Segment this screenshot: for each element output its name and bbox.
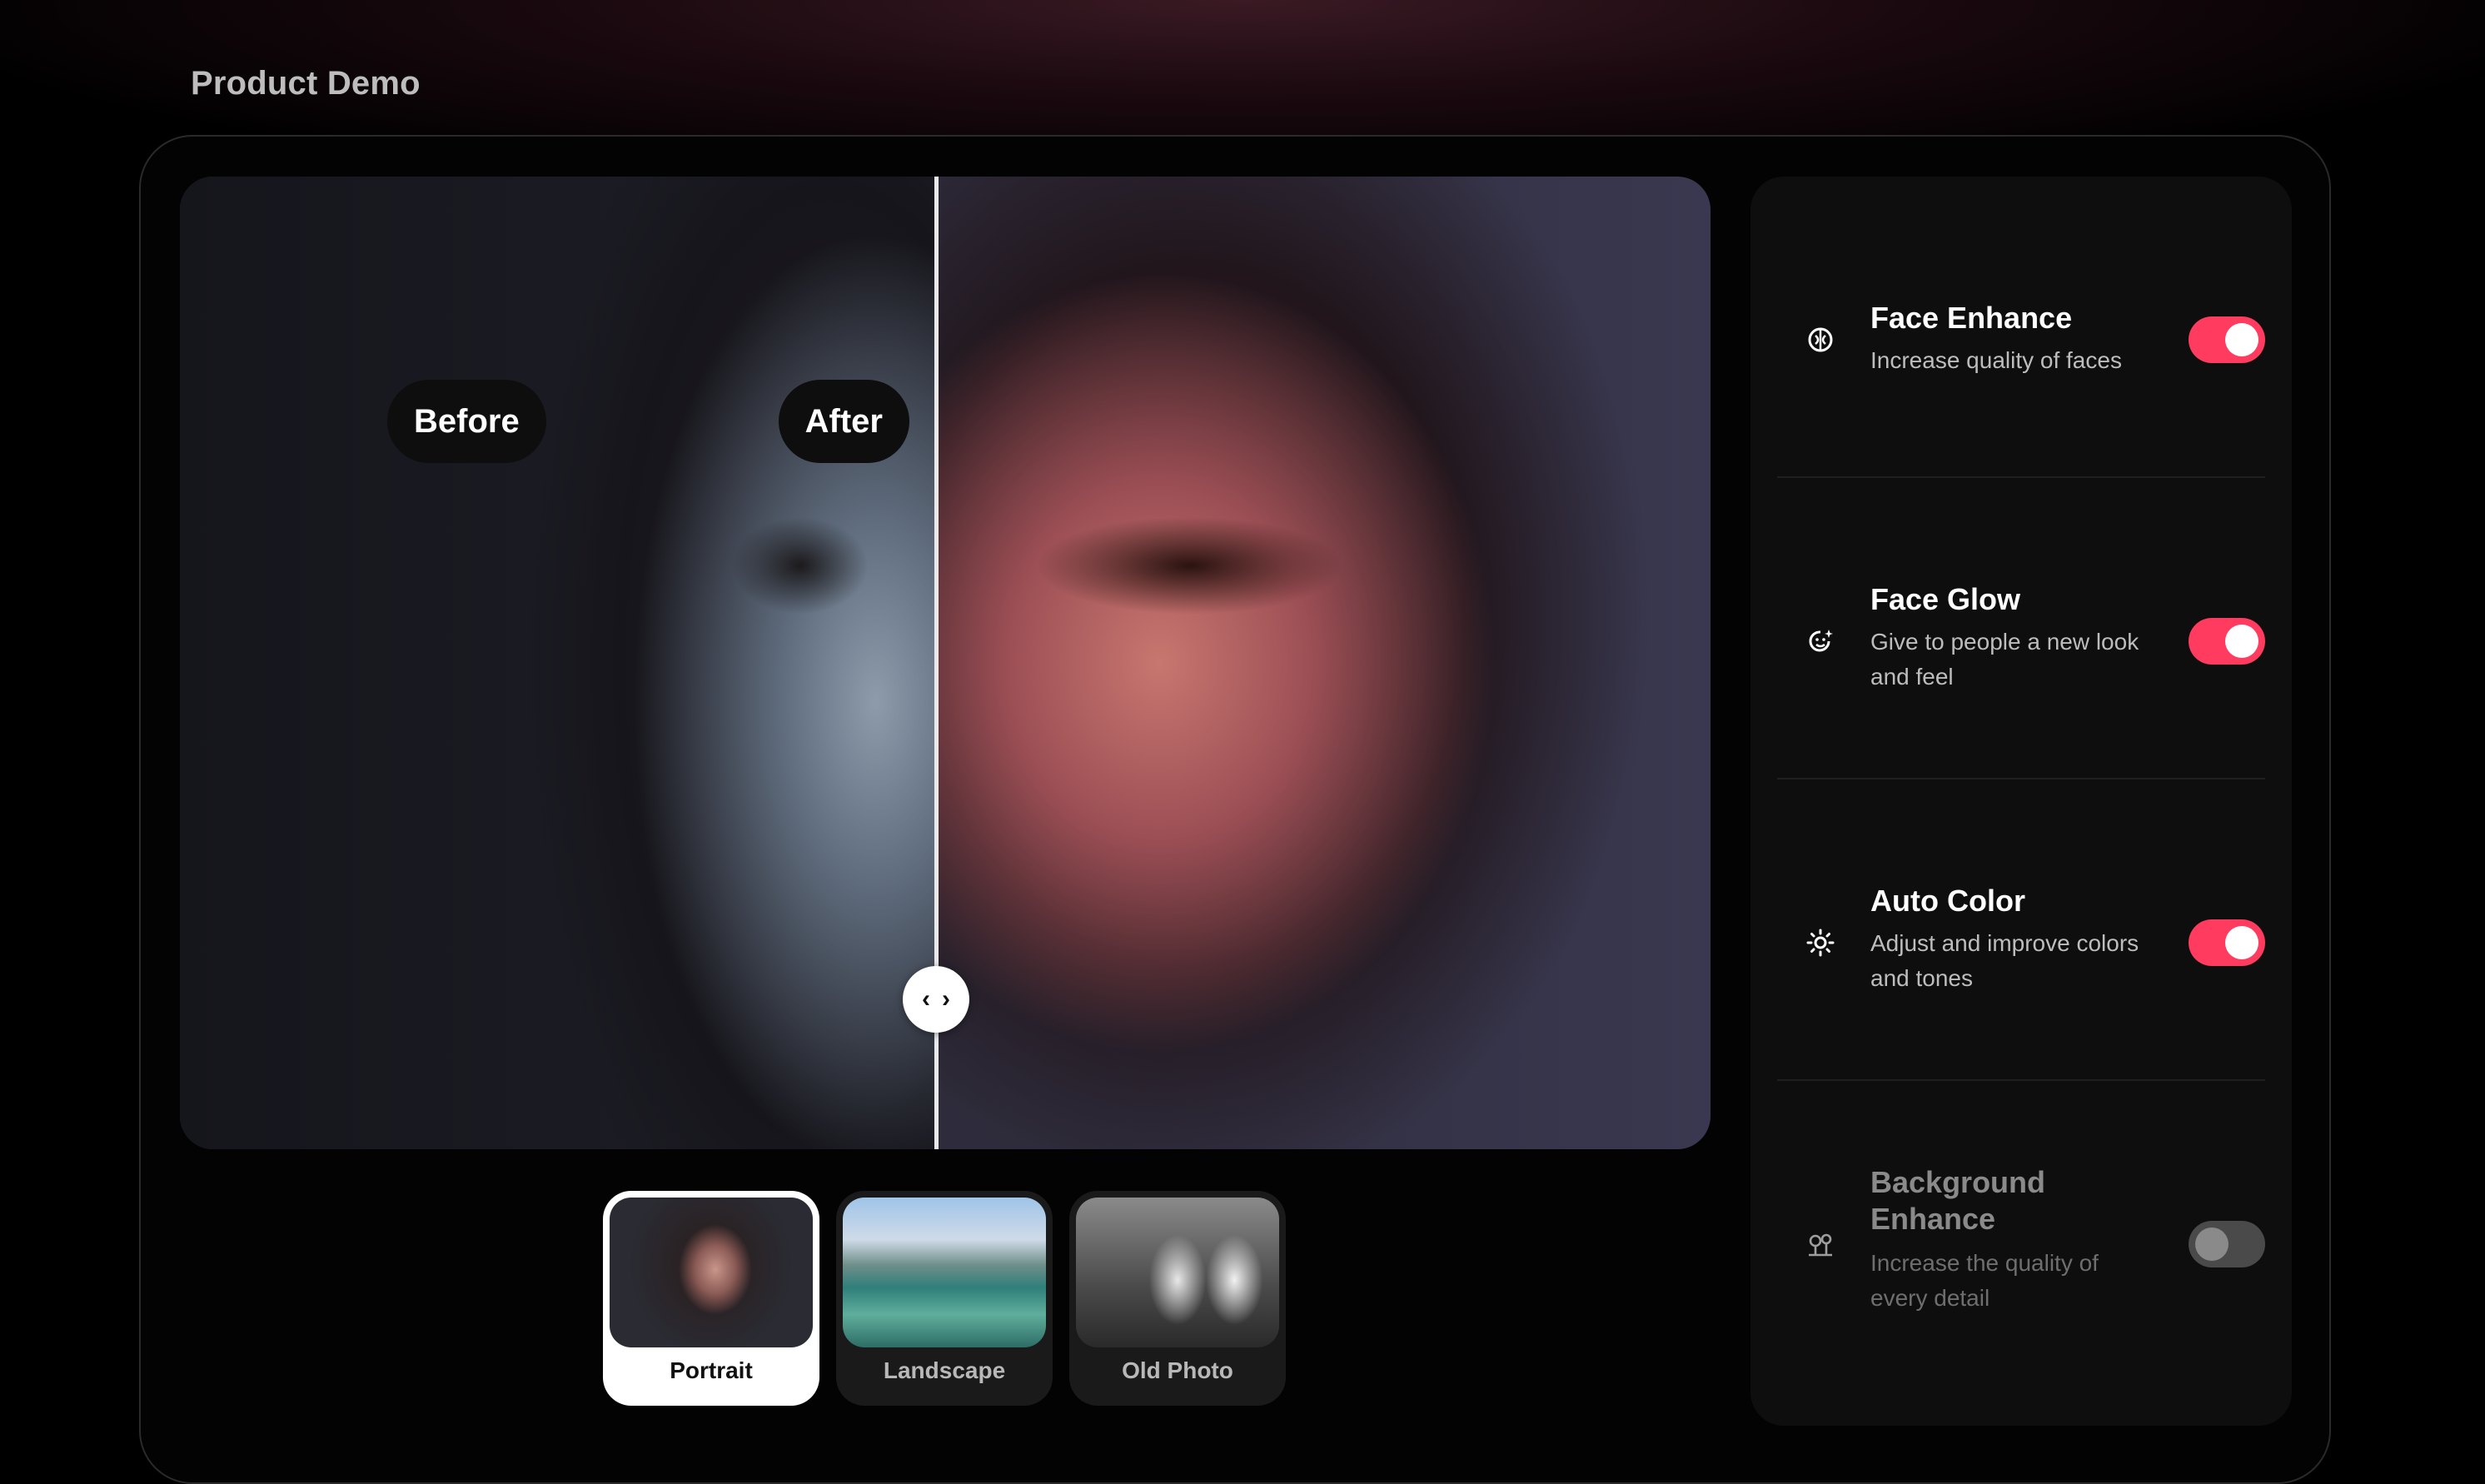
before-label: Before [387,380,546,463]
portrait-thumbnail [610,1198,813,1347]
setting-background-enhance: Background Enhance Increase the quality … [1777,1081,2265,1382]
face-glow-toggle[interactable] [2189,618,2265,665]
chevron-right-icon: › [942,985,950,1013]
sample-label: Landscape [883,1357,1006,1383]
setting-face-glow: Face Glow Give to people a new look and … [1777,478,2265,779]
background-enhance-toggle[interactable] [2189,1221,2265,1267]
toggle-knob [2225,323,2258,356]
setting-title: Background Enhance [1870,1165,2046,1236]
setting-description: Adjust and improve colors and tones [1870,930,2139,991]
face-enhance-icon [1804,323,1837,356]
sample-old-photo[interactable]: Old Photo [1069,1191,1286,1406]
setting-face-enhance: Face Enhance Increase quality of faces [1777,177,2265,478]
old-photo-thumbnail [1076,1198,1279,1347]
auto-color-toggle[interactable] [2189,919,2265,966]
settings-panel: Face Enhance Increase quality of faces F… [1750,177,2292,1426]
toggle-knob [2195,1228,2229,1261]
toggle-knob [2225,625,2258,658]
setting-description: Increase quality of faces [1870,347,2122,373]
sample-label: Old Photo [1122,1357,1233,1383]
setting-description: Give to people a new look and feel [1870,629,2139,690]
setting-auto-color: Auto Color Adjust and improve colors and… [1777,779,2265,1081]
sample-portrait[interactable]: Portrait [603,1191,819,1406]
sample-landscape[interactable]: Landscape [836,1191,1053,1406]
page-title: Product Demo [191,65,421,102]
setting-title: Face Glow [1870,582,2021,616]
setting-title: Face Enhance [1870,301,2073,335]
chevron-left-icon: ‹ [922,985,930,1013]
face-enhance-toggle[interactable] [2189,316,2265,363]
sun-icon [1804,926,1837,959]
background-enhance-icon [1804,1228,1837,1261]
before-image [180,177,936,1149]
after-label: After [778,380,909,463]
setting-title: Auto Color [1870,884,2025,918]
sample-label: Portrait [670,1357,753,1383]
setting-description: Increase the quality of every detail [1870,1250,2099,1311]
face-glow-icon [1804,625,1837,658]
toggle-knob [2225,926,2258,959]
landscape-thumbnail [843,1198,1046,1347]
comparison-drag-handle[interactable]: ‹ › [903,966,969,1033]
